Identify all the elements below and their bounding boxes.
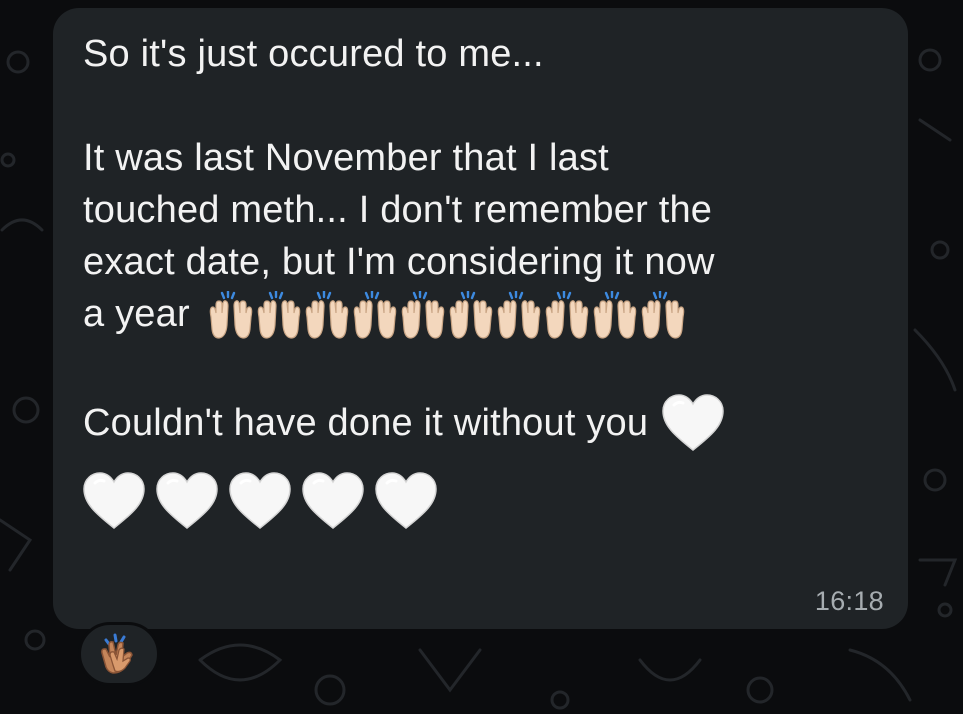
message-line: So it's just occured to me... [83, 33, 544, 75]
raising-hands-icon [641, 290, 684, 339]
message-line-with-emoji: a year [83, 288, 878, 341]
white-heart-icon [375, 472, 437, 529]
message-bubble[interactable]: So it's just occured to me... It was las… [53, 8, 908, 629]
message-timestamp: 16:18 [814, 586, 884, 616]
message-reaction[interactable] [78, 622, 160, 686]
white-heart-icon [83, 472, 145, 529]
raising-hands-emoji-row [207, 290, 687, 341]
white-heart-icon [302, 472, 364, 529]
message-line: It was last November that I last [83, 137, 609, 179]
white-heart-emoji [660, 393, 726, 453]
white-heart-icon [662, 394, 724, 451]
raising-hands-icon [449, 290, 492, 339]
message-line-with-emoji: Couldn't have done it without you [83, 393, 878, 453]
message-line: touched meth... I don't remember the [83, 189, 713, 231]
raising-hands-icon [353, 290, 396, 339]
white-heart-icon [229, 472, 291, 529]
raising-hands-icon [209, 290, 252, 339]
raising-hands-icon [257, 290, 300, 339]
raising-hands-icon [401, 290, 444, 339]
raising-hands-icon [305, 290, 348, 339]
raising-hands-icon [497, 290, 540, 339]
message-text: a year [83, 293, 190, 335]
raising-hands-icon [593, 290, 636, 339]
message-text: Couldn't have done it without you [83, 401, 649, 444]
white-heart-emoji-row [81, 471, 878, 531]
message-line: exact date, but I'm considering it now [83, 241, 715, 283]
raising-hands-icon [545, 290, 588, 339]
clapping-hands-icon [101, 633, 133, 674]
white-heart-icon [156, 472, 218, 529]
